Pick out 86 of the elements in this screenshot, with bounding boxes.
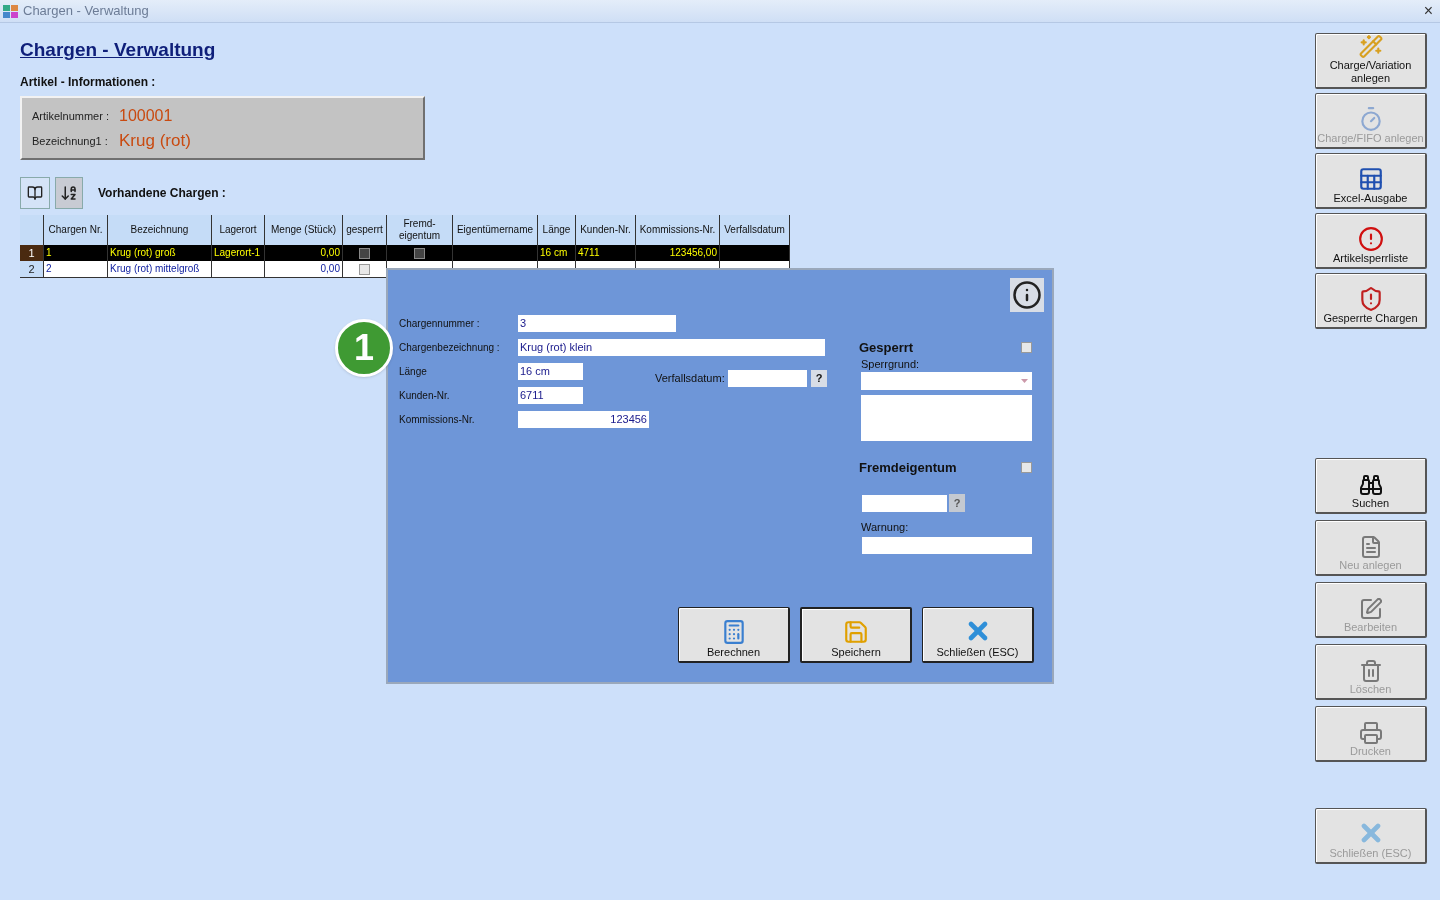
field-label: Verfallsdatum:	[655, 371, 724, 387]
info-icon	[1012, 280, 1042, 310]
help-button[interactable]: ?	[811, 370, 827, 387]
text-field[interactable]: 6711	[518, 387, 583, 404]
field-value: Krug (rot)	[119, 130, 191, 153]
checkbox[interactable]	[1021, 342, 1032, 354]
column-header: Verfallsdatum	[720, 215, 790, 245]
table-cell: 16 cm	[540, 247, 568, 258]
sidebar-button[interactable]: Excel-Ausgabe	[1315, 153, 1427, 209]
book-icon	[27, 185, 43, 201]
column-header: gesperrt	[343, 215, 387, 245]
sidebar-button[interactable]: Gesperrte Chargen	[1315, 273, 1427, 329]
spreadsheet-icon	[1357, 166, 1384, 192]
column-header: Fremd- eigentum	[387, 215, 453, 245]
info-button[interactable]	[1010, 278, 1044, 312]
field-label: Chargenbezeichnung :	[399, 341, 501, 355]
row-number: 2	[20, 261, 44, 277]
column-header: Kommissions-Nr.	[636, 215, 720, 245]
table-cell: 1	[46, 247, 52, 258]
table-row[interactable]: 1 1 Krug (rot) groß Lagerort-1 0,00 16 cm 4711 123456,00	[20, 245, 790, 261]
text-field[interactable]: 123456	[518, 411, 649, 428]
reason-textarea[interactable]	[861, 394, 1032, 441]
table-cell: Krug (rot) mittelgroß	[110, 263, 200, 274]
field-label: Länge	[399, 365, 428, 379]
column-header: Kunden-Nr.	[576, 215, 636, 245]
close-button[interactable]: ×	[1418, 3, 1438, 19]
text-field[interactable]: 3	[518, 315, 676, 332]
column-header: Bezeichnung	[108, 215, 212, 245]
owner-field[interactable]	[862, 494, 947, 512]
row-number: 1	[20, 245, 44, 261]
column-header: Länge	[538, 215, 576, 245]
field-value: 100001	[119, 106, 173, 126]
reason-dropdown[interactable]	[861, 371, 1032, 390]
section-heading: Artikel - Informationen :	[20, 74, 156, 91]
window-title: Chargen - Verwaltung	[23, 2, 149, 21]
field-label: Chargennummer :	[399, 317, 481, 331]
trash-icon	[1358, 659, 1383, 683]
field-label: Artikelnummer :	[32, 108, 111, 124]
text-field[interactable]: Krug (rot) klein	[518, 339, 825, 356]
dialog-button[interactable]: Berechnen	[678, 607, 790, 663]
wand-icon	[1357, 34, 1384, 59]
warning-field[interactable]	[862, 537, 1032, 554]
floppy-icon	[843, 619, 869, 645]
column-header: Eigentümername	[453, 215, 538, 245]
field-label: Kunden-Nr.	[399, 389, 451, 403]
step-badge: 1	[335, 319, 393, 377]
table-cell: Krug (rot) groß	[110, 247, 176, 258]
edit-icon	[1358, 597, 1383, 621]
sort-icon	[60, 184, 78, 202]
caret-icon	[1021, 378, 1028, 383]
table-cell: 2	[46, 263, 52, 274]
text-field[interactable]: 16 cm	[518, 363, 583, 380]
section-title: Fremdeigentum	[859, 458, 957, 477]
sort-button[interactable]	[55, 177, 83, 209]
date-field[interactable]	[728, 370, 807, 387]
column-header: Chargen Nr.	[44, 215, 108, 245]
sidebar-button[interactable]: Suchen	[1315, 458, 1427, 514]
field-label: Kommissions-Nr.	[399, 413, 476, 427]
column-header: Lagerort	[212, 215, 265, 245]
table-heading: Vorhandene Chargen :	[98, 185, 226, 202]
help-button[interactable]: ?	[949, 494, 965, 512]
table-cell: 0,00	[320, 263, 340, 274]
checkbox[interactable]	[1021, 461, 1032, 473]
alert-icon	[1357, 226, 1384, 252]
header-corner	[20, 215, 44, 245]
table-cell: Lagerort-1	[214, 247, 261, 258]
toolbar-button[interactable]	[20, 177, 50, 209]
field-label: Warnung:	[861, 521, 910, 533]
table-cell: 4711	[578, 247, 600, 258]
page-title: Chargen - Verwaltung	[20, 38, 216, 62]
column-header: Menge (Stück)	[265, 215, 343, 245]
table-cell: 0,00	[320, 247, 340, 258]
sidebar-button[interactable]: Charge/Variation anlegen	[1315, 33, 1427, 89]
table-cell: 123456,00	[669, 247, 717, 258]
dialog-button[interactable]: Speichern	[800, 607, 912, 663]
field-label: Bezeichnung1 :	[32, 133, 109, 149]
app-icon	[2, 3, 20, 19]
sidebar-button[interactable]: Artikelsperrliste	[1315, 213, 1427, 269]
section-title: Gesperrt	[859, 339, 914, 357]
printer-icon	[1358, 721, 1383, 745]
binoculars-icon	[1358, 473, 1383, 497]
checkbox[interactable]	[414, 247, 425, 259]
dialog-button[interactable]: Schließen (ESC)	[922, 607, 1034, 663]
checkbox[interactable]	[359, 247, 370, 259]
field-label: Sperrgrund:	[861, 357, 921, 370]
checkbox[interactable]	[359, 263, 370, 275]
